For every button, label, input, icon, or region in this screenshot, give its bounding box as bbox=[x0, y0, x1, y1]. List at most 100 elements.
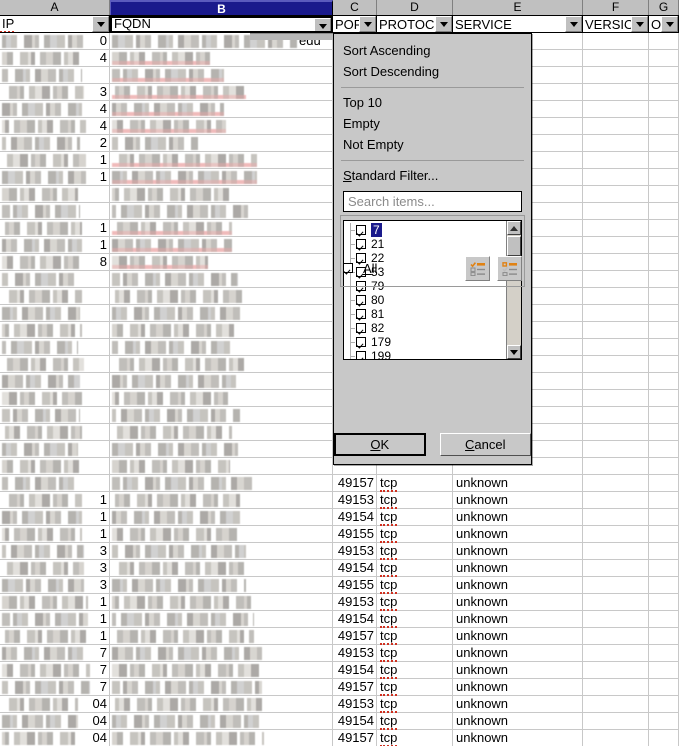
cell-version[interactable] bbox=[583, 271, 649, 288]
all-checkbox-group[interactable]: All bbox=[343, 261, 377, 276]
cell-ip[interactable]: 7 bbox=[0, 645, 110, 662]
cell-os[interactable] bbox=[649, 288, 679, 305]
cell-fqdn[interactable] bbox=[110, 322, 333, 339]
cell-version[interactable] bbox=[583, 628, 649, 645]
cell-port[interactable]: 49153 bbox=[333, 594, 377, 611]
menu-item-sort-ascending[interactable]: Sort Ascending bbox=[334, 40, 531, 61]
cell-protocol[interactable]: tcp bbox=[377, 509, 453, 526]
cell-protocol[interactable]: tcp bbox=[377, 526, 453, 543]
cell-service[interactable]: unknown bbox=[453, 526, 583, 543]
cell-protocol[interactable]: tcp bbox=[377, 628, 453, 645]
cell-service[interactable]: unknown bbox=[453, 509, 583, 526]
table-row[interactable]: 3 49153 tcp unknown bbox=[0, 543, 679, 560]
cell-port[interactable]: 49153 bbox=[333, 645, 377, 662]
cell-fqdn[interactable] bbox=[110, 271, 333, 288]
cell-service[interactable]: unknown bbox=[453, 628, 583, 645]
cell-fqdn[interactable] bbox=[110, 526, 333, 543]
cell-ip[interactable] bbox=[0, 356, 110, 373]
cell-fqdn[interactable] bbox=[110, 288, 333, 305]
cell-service[interactable]: unknown bbox=[453, 492, 583, 509]
cell-fqdn[interactable] bbox=[110, 135, 333, 152]
cell-version[interactable] bbox=[583, 679, 649, 696]
autofilter-button-a[interactable] bbox=[92, 16, 109, 32]
cell-port[interactable]: 49157 bbox=[333, 679, 377, 696]
cell-version[interactable] bbox=[583, 645, 649, 662]
cell-port[interactable]: 49157 bbox=[333, 628, 377, 645]
table-row[interactable]: 04 49154 tcp unknown bbox=[0, 713, 679, 730]
cell-protocol[interactable]: tcp bbox=[377, 730, 453, 746]
cell-service[interactable]: unknown bbox=[453, 543, 583, 560]
autofilter-button-f[interactable] bbox=[631, 16, 648, 32]
cell-fqdn[interactable] bbox=[110, 254, 333, 271]
cell-os[interactable] bbox=[649, 526, 679, 543]
cell-os[interactable] bbox=[649, 560, 679, 577]
column-header-a[interactable]: A bbox=[0, 0, 110, 15]
cell-version[interactable] bbox=[583, 203, 649, 220]
table-row[interactable]: 1 49153 tcp unknown bbox=[0, 492, 679, 509]
cell-os[interactable] bbox=[649, 594, 679, 611]
cell-os[interactable] bbox=[649, 203, 679, 220]
cell-version[interactable] bbox=[583, 662, 649, 679]
cell-os[interactable] bbox=[649, 424, 679, 441]
filter-list-item[interactable]: 199 bbox=[344, 349, 521, 359]
cell-ip[interactable]: 4 bbox=[0, 101, 110, 118]
cell-fqdn[interactable] bbox=[110, 509, 333, 526]
cell-os[interactable] bbox=[649, 118, 679, 135]
cell-os[interactable] bbox=[649, 33, 679, 50]
column-header-e[interactable]: E bbox=[453, 0, 583, 15]
column-header-b[interactable]: B bbox=[110, 0, 333, 15]
cell-ip[interactable]: 7 bbox=[0, 662, 110, 679]
table-row[interactable]: 3 49155 tcp unknown bbox=[0, 577, 679, 594]
cell-ip[interactable]: 8 bbox=[0, 254, 110, 271]
cell-protocol[interactable]: tcp bbox=[377, 475, 453, 492]
cell-fqdn[interactable] bbox=[110, 458, 333, 475]
cell-ip[interactable] bbox=[0, 339, 110, 356]
cell-ip[interactable]: 1 bbox=[0, 492, 110, 509]
cell-os[interactable] bbox=[649, 84, 679, 101]
cell-fqdn[interactable] bbox=[110, 356, 333, 373]
cell-version[interactable] bbox=[583, 118, 649, 135]
cell-ip[interactable]: 1 bbox=[0, 237, 110, 254]
filter-header-cell-a[interactable]: IP bbox=[0, 16, 110, 33]
cell-version[interactable] bbox=[583, 526, 649, 543]
autofilter-button-g[interactable] bbox=[661, 16, 678, 32]
cell-protocol[interactable]: tcp bbox=[377, 645, 453, 662]
autofilter-button-e[interactable] bbox=[565, 16, 582, 32]
cell-os[interactable] bbox=[649, 475, 679, 492]
cell-version[interactable] bbox=[583, 611, 649, 628]
cell-os[interactable] bbox=[649, 628, 679, 645]
cell-version[interactable] bbox=[583, 50, 649, 67]
cell-fqdn[interactable] bbox=[110, 611, 333, 628]
filter-item-checkbox[interactable] bbox=[356, 323, 366, 333]
cell-os[interactable] bbox=[649, 271, 679, 288]
cell-os[interactable] bbox=[649, 713, 679, 730]
cell-version[interactable] bbox=[583, 220, 649, 237]
cell-os[interactable] bbox=[649, 458, 679, 475]
cell-os[interactable] bbox=[649, 407, 679, 424]
cell-fqdn[interactable] bbox=[110, 662, 333, 679]
cell-version[interactable] bbox=[583, 254, 649, 271]
cell-service[interactable]: unknown bbox=[453, 611, 583, 628]
column-header-f[interactable]: F bbox=[583, 0, 649, 15]
menu-item-sort-descending[interactable]: Sort Descending bbox=[334, 61, 531, 82]
cell-service[interactable]: unknown bbox=[453, 679, 583, 696]
cell-os[interactable] bbox=[649, 50, 679, 67]
filter-item-checkbox[interactable] bbox=[356, 295, 366, 305]
cell-version[interactable] bbox=[583, 288, 649, 305]
cell-fqdn[interactable] bbox=[110, 118, 333, 135]
cell-ip[interactable]: 1 bbox=[0, 220, 110, 237]
cell-fqdn[interactable] bbox=[110, 186, 333, 203]
cell-fqdn[interactable] bbox=[110, 237, 333, 254]
cell-fqdn[interactable] bbox=[110, 67, 333, 84]
table-row[interactable]: 7 49157 tcp unknown bbox=[0, 679, 679, 696]
cell-version[interactable] bbox=[583, 322, 649, 339]
column-header-g[interactable]: G bbox=[649, 0, 679, 15]
cancel-button[interactable]: Cancel bbox=[439, 433, 531, 456]
cell-ip[interactable]: 04 bbox=[0, 696, 110, 713]
cell-os[interactable] bbox=[649, 339, 679, 356]
cell-ip[interactable] bbox=[0, 441, 110, 458]
cell-os[interactable] bbox=[649, 492, 679, 509]
table-row[interactable]: 04 49153 tcp unknown bbox=[0, 696, 679, 713]
cell-version[interactable] bbox=[583, 730, 649, 746]
cell-fqdn[interactable] bbox=[110, 339, 333, 356]
